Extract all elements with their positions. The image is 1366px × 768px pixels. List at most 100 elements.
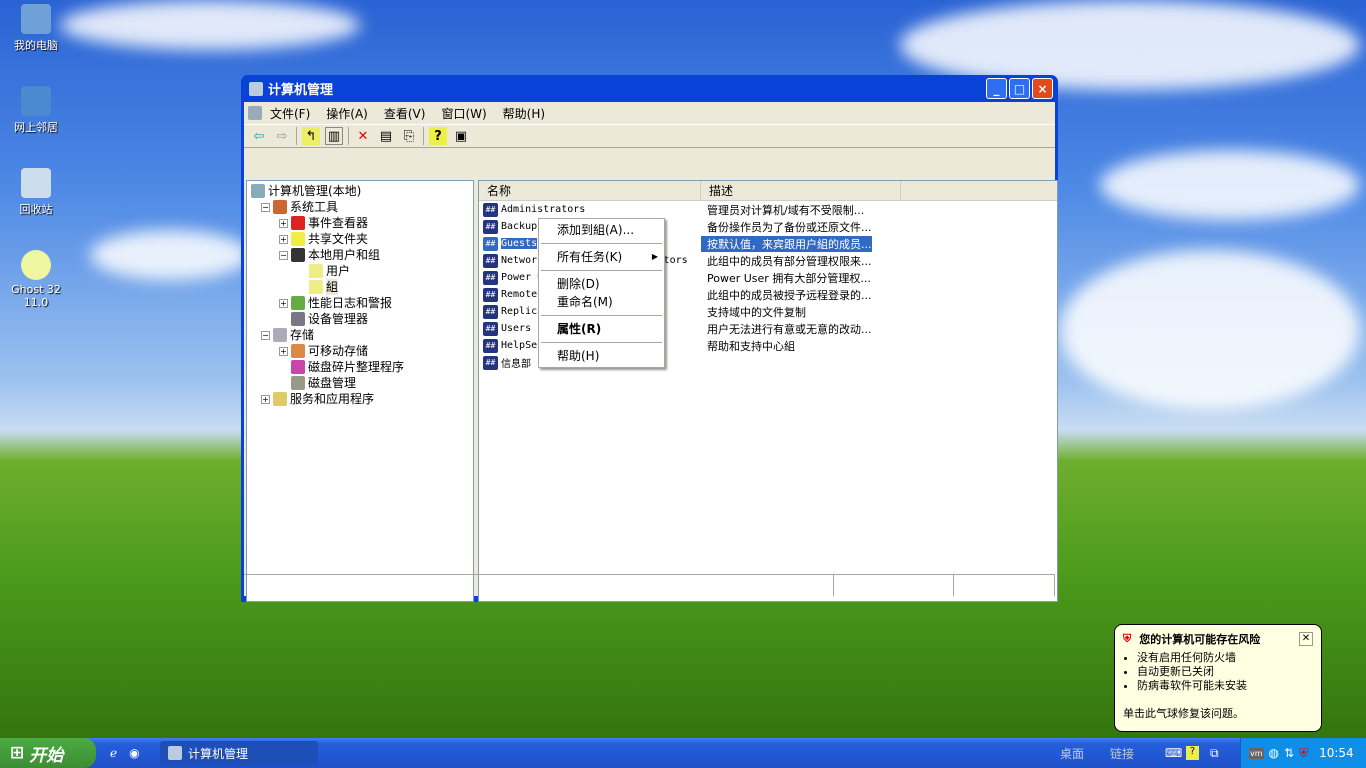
- collapse-icon[interactable]: −: [261, 330, 270, 340]
- menu-file[interactable]: 文件(F): [262, 105, 318, 122]
- vmware-icon[interactable]: vm: [1249, 747, 1264, 759]
- desktop-icon-network[interactable]: 网上邻居: [6, 86, 66, 135]
- node-icon: [291, 232, 305, 246]
- desktop-icon-recycle-bin[interactable]: 回收站: [6, 168, 66, 217]
- tree-node[interactable]: − 系统工具: [249, 199, 471, 215]
- menu-window[interactable]: 窗口(W): [433, 105, 494, 122]
- tree-node[interactable]: − 存储: [249, 327, 471, 343]
- collapse-icon[interactable]: −: [261, 202, 270, 212]
- window-title: 计算机管理: [268, 83, 334, 98]
- group-icon: ##: [483, 355, 498, 370]
- status-bar: [244, 574, 1055, 596]
- node-icon: [291, 312, 305, 326]
- menu-item-add-to-group[interactable]: 添加到組(A)...: [539, 221, 664, 239]
- security-center-icon[interactable]: ⛨: [1299, 746, 1308, 761]
- start-button[interactable]: ⊞ 开始: [0, 738, 96, 768]
- clock[interactable]: 10:54: [1319, 746, 1354, 760]
- tree-node[interactable]: 计算机管理(本地): [249, 183, 471, 199]
- up-folder-icon[interactable]: ↰: [302, 127, 320, 145]
- help-icon[interactable]: ?: [429, 127, 447, 145]
- delete-icon[interactable]: ✕: [354, 127, 372, 145]
- forward-arrow-icon[interactable]: ⇨: [273, 127, 291, 145]
- tree-node[interactable]: 磁盘碎片整理程序: [249, 359, 471, 375]
- ghost-icon: [21, 250, 51, 280]
- show-desktop-icon[interactable]: ◉: [129, 746, 139, 760]
- computer-icon: [21, 4, 51, 34]
- tree-node[interactable]: 设备管理器: [249, 311, 471, 327]
- expand-icon[interactable]: +: [279, 346, 288, 356]
- column-header-description[interactable]: 描述: [701, 181, 901, 200]
- group-icon: ##: [483, 287, 498, 302]
- back-arrow-icon[interactable]: ⇦: [250, 127, 268, 145]
- tree-node[interactable]: − 本地用户和组: [249, 247, 471, 263]
- expand-icon[interactable]: +: [279, 218, 288, 228]
- expand-icon[interactable]: +: [261, 394, 270, 404]
- list-row[interactable]: ## Administrators 管理员对计算机/域有不受限制...: [479, 201, 1057, 218]
- menu-item-help[interactable]: 帮助(H): [539, 347, 664, 365]
- balloon-close-button[interactable]: ✕: [1299, 632, 1313, 646]
- group-icon: ##: [483, 321, 498, 336]
- tree-node[interactable]: 用户: [249, 263, 471, 279]
- minimize-button[interactable]: _: [986, 78, 1007, 99]
- tree-node[interactable]: + 服务和应用程序: [249, 391, 471, 407]
- taskbar-item-computer-management[interactable]: 计算机管理: [160, 741, 318, 765]
- menu-item-delete[interactable]: 删除(D): [539, 275, 664, 293]
- tree-node[interactable]: + 事件查看器: [249, 215, 471, 231]
- node-icon: [273, 392, 287, 406]
- menu-view[interactable]: 查看(V): [376, 105, 434, 122]
- tree-node[interactable]: 磁盘管理: [249, 375, 471, 391]
- links-toolbar[interactable]: 链接: [1110, 745, 1134, 762]
- computer-management-icon: [168, 746, 182, 760]
- folder-icon: [309, 280, 323, 294]
- action-pane-icon[interactable]: ▣: [452, 127, 470, 145]
- node-icon: [291, 216, 305, 230]
- close-button[interactable]: ×: [1032, 78, 1053, 99]
- toolbar: ⇦ ⇨ ↰ ▥ ✕ ▤ ⎘ ? ▣: [244, 124, 1055, 148]
- desktop-icon-ghost[interactable]: Ghost 32 11.0: [6, 250, 66, 309]
- network-disconnected-icon[interactable]: ◍: [1269, 746, 1279, 760]
- tree-node[interactable]: + 共享文件夹: [249, 231, 471, 247]
- safely-remove-icon[interactable]: ⇅: [1284, 746, 1294, 760]
- node-icon: [291, 248, 305, 262]
- expand-icon[interactable]: +: [279, 234, 288, 244]
- folder-icon: [309, 264, 323, 278]
- menu-action[interactable]: 操作(A): [318, 105, 376, 122]
- node-icon: [291, 344, 305, 358]
- group-icon: ##: [483, 219, 498, 234]
- help-icon[interactable]: ?: [1186, 746, 1199, 760]
- export-list-icon[interactable]: ⎘: [400, 127, 418, 145]
- menu-item-all-tasks[interactable]: 所有任务(K) ▶: [539, 248, 664, 266]
- recycle-bin-icon: [21, 168, 51, 198]
- tree-node[interactable]: + 可移动存储: [249, 343, 471, 359]
- properties-icon[interactable]: ▤: [377, 127, 395, 145]
- node-icon: [273, 200, 287, 214]
- tree-node[interactable]: + 性能日志和警报: [249, 295, 471, 311]
- title-bar[interactable]: 计算机管理 _ □ ×: [244, 75, 1055, 102]
- keyboard-icon[interactable]: ⌨: [1165, 746, 1182, 760]
- security-balloon[interactable]: ⛨ 您的计算机可能存在风险 ✕ 没有启用任何防火墙 自动更新已关闭 防病毒软件可…: [1114, 624, 1322, 732]
- node-icon: [273, 328, 287, 342]
- menu-item-properties[interactable]: 属性(R): [539, 320, 664, 338]
- system-tray: vm ◍ ⇅ ⛨ 10:54: [1240, 738, 1366, 768]
- restore-icon[interactable]: ⧉: [1210, 746, 1219, 761]
- group-icon: ##: [483, 253, 498, 268]
- mmc-icon: [248, 106, 262, 120]
- show-hide-tree-icon[interactable]: ▥: [325, 127, 343, 145]
- ie-icon[interactable]: ℯ: [110, 746, 117, 760]
- desktop-icon-my-computer[interactable]: 我的电脑: [6, 4, 66, 53]
- group-icon: ##: [483, 236, 498, 251]
- taskbar: ⊞ 开始 ℯ ◉ 计算机管理 桌面 链接 ⌨ ? ⧉ vm ◍ ⇅ ⛨ 10:54: [0, 738, 1366, 768]
- maximize-button[interactable]: □: [1009, 78, 1030, 99]
- group-icon: ##: [483, 270, 498, 285]
- menu-item-rename[interactable]: 重命名(M): [539, 293, 664, 311]
- group-icon: ##: [483, 338, 498, 353]
- network-icon: [21, 86, 51, 116]
- collapse-icon[interactable]: −: [279, 250, 288, 260]
- tree-node[interactable]: 組: [249, 279, 471, 295]
- desktop-toolbar[interactable]: 桌面: [1060, 745, 1084, 762]
- column-header-name[interactable]: 名称: [479, 181, 701, 200]
- expand-icon[interactable]: +: [279, 298, 288, 308]
- console-tree: 计算机管理(本地) − 系统工具 + 事件查看器 + 共享文件夹 − 本地用户和组 用户組 + 性能日…: [246, 180, 474, 602]
- menu-help[interactable]: 帮助(H): [495, 105, 553, 122]
- group-icon: ##: [483, 304, 498, 319]
